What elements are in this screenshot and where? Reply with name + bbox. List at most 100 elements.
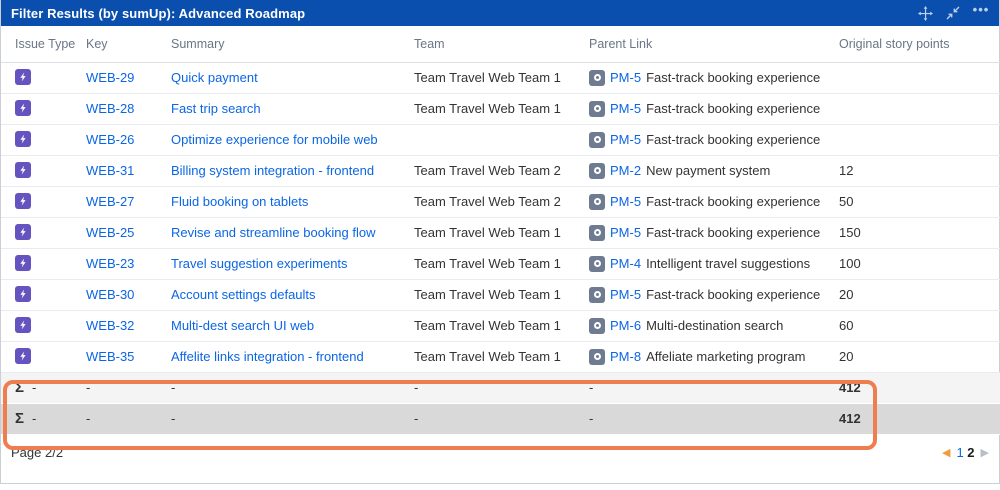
table-row: WEB-35 Affelite links integration - fron… (1, 341, 1000, 372)
issue-type-lightning-icon (15, 317, 31, 333)
issue-key-link[interactable]: WEB-28 (86, 101, 134, 116)
parent-issue-type-icon (589, 163, 605, 179)
parent-key-link[interactable]: PM-5 (610, 194, 641, 209)
parent-summary-text: Fast-track booking experience (646, 287, 820, 302)
issue-key-link[interactable]: WEB-32 (86, 318, 134, 333)
issue-summary-link[interactable]: Affelite links integration - frontend (171, 349, 364, 364)
parent-issue-type-icon (589, 132, 605, 148)
move-icon[interactable] (917, 5, 933, 21)
page-number-1[interactable]: 1 (956, 445, 963, 460)
gadget-header-icons: ••• (917, 5, 989, 21)
table-row: WEB-25 Revise and streamline booking flo… (1, 217, 1000, 248)
issue-key-link[interactable]: WEB-31 (86, 163, 134, 178)
issue-type-lightning-icon (15, 69, 31, 85)
team-value: Team Travel Web Team 1 (414, 225, 561, 240)
sum-row: Σ- - - - - 412 (1, 403, 1000, 434)
team-value: Team Travel Web Team 1 (414, 101, 561, 116)
issue-type-lightning-icon (15, 348, 31, 364)
page-number-2[interactable]: 2 (967, 445, 974, 460)
story-points-value: 50 (839, 194, 853, 209)
story-points-value: 20 (839, 349, 853, 364)
sum-row: Σ- - - - - 412 (1, 372, 1000, 403)
minimize-icon[interactable] (945, 5, 961, 21)
parent-summary-text: Fast-track booking experience (646, 225, 820, 240)
issue-type-lightning-icon (15, 286, 31, 302)
gadget-footer: Page 2/2 ◀ 1 2 ▶ (1, 435, 999, 471)
column-header-summary[interactable]: Summary (171, 26, 414, 62)
parent-summary-text: New payment system (646, 163, 770, 178)
parent-issue-type-icon (589, 256, 605, 272)
table-row: WEB-26 Optimize experience for mobile we… (1, 124, 1000, 155)
table-row: WEB-30 Account settings defaults Team Tr… (1, 279, 1000, 310)
issue-key-link[interactable]: WEB-30 (86, 287, 134, 302)
issue-summary-link[interactable]: Optimize experience for mobile web (171, 132, 378, 147)
parent-key-link[interactable]: PM-6 (610, 318, 641, 333)
column-header-team[interactable]: Team (414, 26, 589, 62)
issue-summary-link[interactable]: Billing system integration - frontend (171, 163, 374, 178)
issue-type-lightning-icon (15, 255, 31, 271)
parent-summary-text: Fast-track booking experience (646, 132, 820, 147)
parent-issue-type-icon (589, 225, 605, 241)
parent-key-link[interactable]: PM-5 (610, 132, 641, 147)
issue-type-lightning-icon (15, 131, 31, 147)
page-indicator: Page 2/2 (11, 445, 63, 460)
sigma-icon: Σ (15, 410, 24, 427)
gadget-title: Filter Results (by sumUp): Advanced Road… (11, 6, 305, 21)
parent-issue-type-icon (589, 70, 605, 86)
issue-summary-link[interactable]: Multi-dest search UI web (171, 318, 314, 333)
team-value: Team Travel Web Team 1 (414, 349, 561, 364)
parent-summary-text: Fast-track booking experience (646, 70, 820, 85)
team-value: Team Travel Web Team 2 (414, 163, 561, 178)
issue-summary-link[interactable]: Travel suggestion experiments (171, 256, 348, 271)
parent-key-link[interactable]: PM-5 (610, 70, 641, 85)
issue-summary-link[interactable]: Fluid booking on tablets (171, 194, 308, 209)
column-header-issue-type[interactable]: Issue Type (1, 26, 86, 62)
table-row: WEB-23 Travel suggestion experiments Tea… (1, 248, 1000, 279)
sum-points-value: 412 (839, 380, 861, 395)
issue-type-lightning-icon (15, 162, 31, 178)
table-row: WEB-32 Multi-dest search UI web Team Tra… (1, 310, 1000, 341)
parent-summary-text: Intelligent travel suggestions (646, 256, 810, 271)
table-row: WEB-29 Quick payment Team Travel Web Tea… (1, 62, 1000, 93)
table-header-row: Issue Type Key Summary Team Parent Link … (1, 26, 1000, 62)
gadget-header: Filter Results (by sumUp): Advanced Road… (1, 0, 999, 26)
more-icon[interactable]: ••• (973, 5, 989, 21)
sum-parent-dash: - (589, 380, 593, 395)
column-header-key[interactable]: Key (86, 26, 171, 62)
parent-issue-type-icon (589, 287, 605, 303)
previous-page-icon[interactable]: ◀ (942, 446, 950, 459)
column-header-parent-link[interactable]: Parent Link (589, 26, 839, 62)
parent-key-link[interactable]: PM-5 (610, 101, 641, 116)
parent-issue-type-icon (589, 101, 605, 117)
column-header-points[interactable]: Original story points (839, 26, 1000, 62)
issue-key-link[interactable]: WEB-29 (86, 70, 134, 85)
next-page-icon[interactable]: ▶ (981, 446, 989, 459)
issue-key-link[interactable]: WEB-23 (86, 256, 134, 271)
parent-summary-text: Fast-track booking experience (646, 101, 820, 116)
parent-key-link[interactable]: PM-2 (610, 163, 641, 178)
filter-results-gadget: Filter Results (by sumUp): Advanced Road… (0, 0, 1000, 484)
issue-key-link[interactable]: WEB-35 (86, 349, 134, 364)
parent-key-link[interactable]: PM-5 (610, 225, 641, 240)
story-points-value: 20 (839, 287, 853, 302)
issue-key-link[interactable]: WEB-26 (86, 132, 134, 147)
parent-issue-type-icon (589, 349, 605, 365)
parent-key-link[interactable]: PM-4 (610, 256, 641, 271)
issue-type-lightning-icon (15, 193, 31, 209)
issue-summary-link[interactable]: Fast trip search (171, 101, 261, 116)
parent-key-link[interactable]: PM-5 (610, 287, 641, 302)
parent-summary-text: Multi-destination search (646, 318, 783, 333)
issue-key-link[interactable]: WEB-25 (86, 225, 134, 240)
parent-key-link[interactable]: PM-8 (610, 349, 641, 364)
issue-key-link[interactable]: WEB-27 (86, 194, 134, 209)
issue-type-lightning-icon (15, 100, 31, 116)
issue-summary-link[interactable]: Quick payment (171, 70, 258, 85)
parent-issue-type-icon (589, 318, 605, 334)
parent-summary-text: Fast-track booking experience (646, 194, 820, 209)
issue-summary-link[interactable]: Account settings defaults (171, 287, 316, 302)
parent-summary-text: Affeliate marketing program (646, 349, 805, 364)
team-value: Team Travel Web Team 1 (414, 256, 561, 271)
issue-summary-link[interactable]: Revise and streamline booking flow (171, 225, 376, 240)
team-value: Team Travel Web Team 1 (414, 70, 561, 85)
issue-type-lightning-icon (15, 224, 31, 240)
